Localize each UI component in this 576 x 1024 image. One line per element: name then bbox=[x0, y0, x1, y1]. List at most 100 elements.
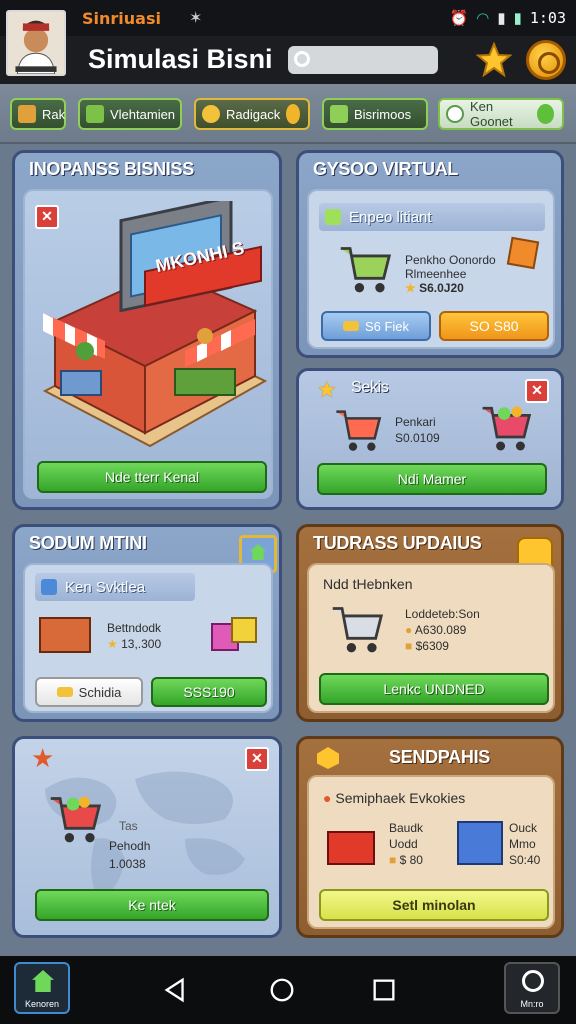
virtual-panel-title: GYSOO VIRTUAL bbox=[313, 159, 459, 179]
sendpahis-item1-line2: Uodd bbox=[389, 837, 418, 851]
nav-home-button[interactable]: Kenoren bbox=[14, 962, 70, 1014]
virtual-label-bar: Enpeo litiant bbox=[319, 203, 545, 231]
full-cart-icon bbox=[482, 406, 532, 451]
avatar[interactable] bbox=[6, 10, 66, 76]
updates-line-3: ■ $6309 bbox=[405, 639, 449, 654]
tab-label: Ken Goonet bbox=[470, 99, 513, 129]
ribbon-icon: ● bbox=[323, 790, 332, 806]
sodum-panel-title: SODUM MTINI bbox=[29, 533, 147, 553]
star-icon: ★ bbox=[107, 637, 118, 651]
star-button[interactable] bbox=[475, 41, 513, 78]
updates-action-button[interactable]: Lenkc UNDNED bbox=[319, 673, 549, 705]
app-header: Simulasi Bisni bbox=[0, 36, 576, 84]
map-text-1: Tas bbox=[119, 819, 138, 833]
gift-box-icon bbox=[231, 617, 257, 643]
virtual-blue-label: S6 Fiek bbox=[364, 318, 410, 334]
crate-icon bbox=[506, 236, 540, 270]
tab-label: Bisrimoos bbox=[354, 106, 412, 122]
sendpahis-card: ● Semiphaek Evkokies Baudk Uodd ■ $ 80 O… bbox=[307, 775, 555, 929]
player-portrait-icon bbox=[8, 12, 64, 74]
business-panel-title: INOPANSS BISNISS bbox=[29, 159, 194, 179]
status-bar: Sinriuasi ✶ ⏰ ◠ ▮ ▮ 1:03 bbox=[0, 0, 576, 36]
virtual-orange-button[interactable]: SO S80 bbox=[439, 311, 549, 341]
sendpahis-action-button[interactable]: Setl minolan bbox=[319, 889, 549, 921]
sendpahis-item2-price: S0:40 bbox=[509, 853, 541, 867]
virtual-price: ★ S6.0J20 bbox=[405, 281, 464, 296]
star-icon: ★ bbox=[31, 743, 55, 773]
sodum-desc-1: Bettndodk bbox=[107, 621, 162, 635]
close-icon[interactable]: ✕ bbox=[245, 747, 269, 771]
nav-left-label: Kenoren bbox=[24, 999, 60, 1009]
gold-coin-icon bbox=[286, 104, 300, 124]
search-input[interactable] bbox=[288, 46, 438, 74]
virtual-card: Enpeo litiant Penkho Oonordo Rlmeenhee ★… bbox=[307, 189, 555, 349]
shield-icon bbox=[325, 209, 341, 225]
business-scene: ✕ MKONHI S Nde tterr Kenal bbox=[23, 189, 273, 499]
coin-icon: ■ bbox=[405, 639, 413, 653]
map-action-button[interactable]: Ke ntek bbox=[35, 889, 269, 921]
gem-icon bbox=[317, 747, 339, 769]
updates-line-1: Loddeteb:Son bbox=[405, 607, 480, 621]
crate-icon bbox=[18, 105, 36, 123]
home-nav-icon[interactable] bbox=[268, 976, 296, 1004]
clock-icon bbox=[446, 105, 464, 123]
sendpahis-subtitle-text: Semiphaek Evkokies bbox=[335, 790, 466, 806]
coin-button[interactable] bbox=[526, 40, 566, 80]
sodum-card: Ken Svktlea Bettndodk ★ 13,.300 Schidia … bbox=[23, 563, 273, 713]
home-icon bbox=[250, 544, 266, 560]
battery-icon: ▮ bbox=[513, 10, 522, 27]
tab-label: Radigack bbox=[226, 106, 281, 122]
virtual-panel: GYSOO VIRTUAL Enpeo litiant Penkho Oonor… bbox=[296, 150, 564, 358]
sekis-panel: ★ Sekis ✕ Penkari S0.0109 Ndi Mamer bbox=[296, 368, 564, 510]
tab-bisrimoos[interactable]: Bisrimoos bbox=[322, 98, 428, 130]
star-icon: ★ bbox=[317, 377, 337, 402]
category-toolbar: Rak Vlehtamien Radigack Bisrimoos Ken Go… bbox=[0, 84, 576, 144]
tab-rak[interactable]: Rak bbox=[10, 98, 66, 130]
sendpahis-item1-line1: Baudk bbox=[389, 821, 424, 835]
building-icon bbox=[330, 105, 348, 123]
navigation-bar: Kenoren Mn:ro bbox=[0, 956, 576, 1024]
virtual-desc-2: Rlmeenhee bbox=[405, 267, 467, 281]
back-icon[interactable] bbox=[162, 976, 190, 1004]
tab-label: Vlehtamien bbox=[110, 106, 176, 122]
business-panel: INOPANSS BISNISS ✕ MKONHI S Nde tterr Ke… bbox=[12, 150, 282, 510]
sodum-price-value: 13,.300 bbox=[121, 637, 162, 651]
page-title: Simulasi Bisni bbox=[88, 44, 273, 74]
tab-vlehtamien[interactable]: Vlehtamien bbox=[78, 98, 182, 130]
updates-panel-title: TUDRASS UPDAIUS bbox=[313, 533, 482, 553]
virtual-bar-label: Enpeo litiant bbox=[349, 208, 432, 226]
tab-label: Rak bbox=[42, 106, 66, 122]
virtual-blue-button[interactable]: S6 Fiek bbox=[321, 311, 431, 341]
sendpahis-item2-line1: Ouck bbox=[509, 821, 538, 835]
gear-icon bbox=[522, 970, 544, 992]
updates-panel: TUDRASS UPDAIUS Ndd tHebnken Loddeteb:So… bbox=[296, 524, 564, 722]
status-icons: ⏰ ◠ ▮ ▮ 1:03 bbox=[450, 9, 566, 27]
sendpahis-panel-title: SENDPAHIS bbox=[389, 747, 490, 767]
sodum-price: ★ 13,.300 bbox=[107, 637, 161, 652]
tab-radigack[interactable]: Radigack bbox=[194, 98, 310, 130]
sodum-panel: SODUM MTINI Ken Svktlea Bettndodk ★ 13,.… bbox=[12, 524, 282, 722]
star-icon bbox=[475, 41, 513, 78]
sodum-green-button[interactable]: SSS190 bbox=[151, 677, 267, 707]
tab-ken-goonet[interactable]: Ken Goonet bbox=[438, 98, 564, 130]
blue-crate-icon bbox=[457, 821, 503, 865]
signal-icon: ▮ bbox=[497, 10, 506, 27]
leaf-icon bbox=[536, 104, 554, 124]
red-crate-icon bbox=[327, 831, 375, 865]
sendpahis-item2-line2: Mmo bbox=[509, 837, 536, 851]
shop-stall-icon bbox=[39, 617, 91, 653]
business-action-button[interactable]: Nde tterr Kenal bbox=[37, 461, 267, 493]
sodum-white-button[interactable]: Schidia bbox=[35, 677, 143, 707]
close-icon[interactable]: ✕ bbox=[525, 379, 549, 403]
coin-icon: ● bbox=[405, 623, 413, 637]
status-app-name: Sinriuasi bbox=[82, 8, 161, 28]
sekis-action-button[interactable]: Ndi Mamer bbox=[317, 463, 547, 495]
alarm-icon: ⏰ bbox=[449, 10, 469, 27]
sendpahis-item1-price: ■ $ 80 bbox=[389, 853, 423, 868]
recents-icon[interactable] bbox=[370, 976, 398, 1004]
map-text-2: Pehodh bbox=[109, 839, 151, 853]
sekis-desc-1: Penkari bbox=[395, 415, 436, 429]
nav-menu-button[interactable]: Mn:ro bbox=[504, 962, 560, 1014]
updates-line-2-value: A630.089 bbox=[414, 623, 467, 637]
star-icon: ★ bbox=[405, 281, 416, 295]
